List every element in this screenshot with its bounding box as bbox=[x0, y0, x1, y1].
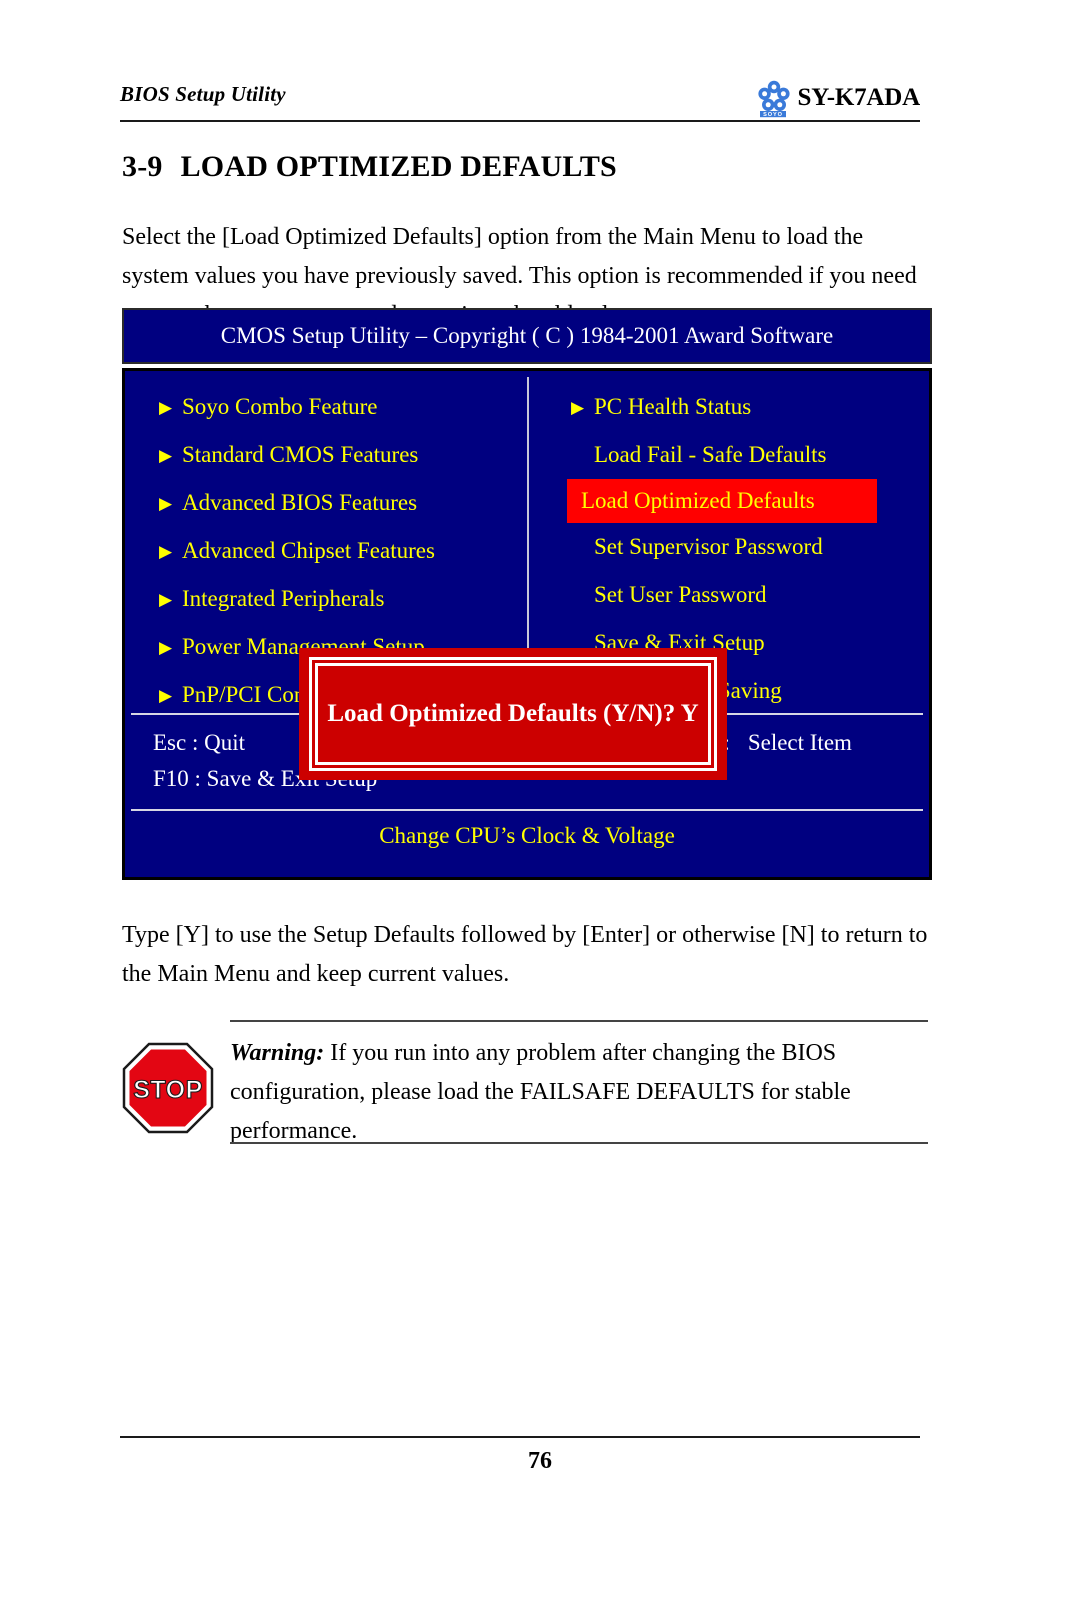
menu-item-label: PC Health Status bbox=[594, 394, 752, 419]
page-title: 3-9 LOAD OPTIMIZED DEFAULTS bbox=[122, 150, 617, 184]
bullet-placeholder: ▶ bbox=[571, 447, 588, 464]
menu-item-standard-cmos-features[interactable]: ▶ Standard CMOS Features bbox=[159, 431, 527, 479]
warning-text: Warning: If you run into any problem aft… bbox=[230, 1034, 928, 1151]
svg-text:STOP: STOP bbox=[133, 1076, 203, 1104]
menu-item-label: Advanced Chipset Features bbox=[182, 538, 435, 563]
dialog-prompt-text: Load Optimized Defaults (Y/N)? Y bbox=[327, 700, 699, 727]
triangle-bullet-icon: ▶ bbox=[159, 637, 173, 657]
triangle-bullet-icon: ▶ bbox=[159, 397, 173, 417]
board-model: SY-K7ADA bbox=[797, 84, 921, 111]
footer-divider bbox=[120, 1436, 920, 1438]
confirm-dialog[interactable]: Load Optimized Defaults (Y/N)? Y bbox=[299, 648, 727, 780]
triangle-bullet-icon: ▶ bbox=[159, 685, 173, 705]
triangle-bullet-icon: ▶ bbox=[159, 541, 173, 561]
menu-item-label: Soyo Combo Feature bbox=[182, 394, 378, 419]
warning-top-rule bbox=[230, 1020, 928, 1022]
triangle-bullet-icon: ▶ bbox=[159, 493, 173, 513]
warning-bottom-rule bbox=[230, 1142, 928, 1144]
menu-item-advanced-bios-features[interactable]: ▶ Advanced BIOS Features bbox=[159, 479, 527, 527]
menu-item-label: Integrated Peripherals bbox=[182, 586, 385, 611]
bullet-placeholder: ▶ bbox=[571, 539, 588, 556]
menu-item-label: Load Fail - Safe Defaults bbox=[594, 442, 827, 467]
section-number: 3-9 bbox=[122, 150, 163, 183]
stop-sign-icon: STOP bbox=[122, 1042, 214, 1134]
footer-hint-divider bbox=[131, 809, 923, 811]
key-select-item-label: Select Item bbox=[747, 730, 852, 755]
menu-item-pc-health-status[interactable]: ▶ PC Health Status bbox=[571, 383, 929, 431]
menu-item-set-user-password[interactable]: ▶ Set User Password bbox=[571, 571, 929, 619]
page-header: BIOS Setup Utility SOYO SY-K7ADA bbox=[120, 78, 920, 120]
menu-item-label: Set User Password bbox=[594, 582, 767, 607]
running-title: BIOS Setup Utility bbox=[120, 82, 286, 106]
dialog-frame-inner: Load Optimized Defaults (Y/N)? Y bbox=[315, 663, 711, 765]
bios-footer-hint: Change CPU’s Clock & Voltage bbox=[379, 823, 675, 848]
menu-item-set-supervisor-password[interactable]: ▶ Set Supervisor Password bbox=[571, 523, 929, 571]
menu-item-label: Advanced BIOS Features bbox=[182, 490, 418, 515]
svg-text:SOYO: SOYO bbox=[763, 112, 783, 118]
menu-item-soyo-combo-feature[interactable]: ▶ Soyo Combo Feature bbox=[159, 383, 527, 431]
header-divider bbox=[120, 120, 920, 122]
bullet-placeholder: ▶ bbox=[571, 587, 588, 604]
triangle-bullet-icon: ▶ bbox=[159, 445, 173, 465]
dialog-frame-outer: Load Optimized Defaults (Y/N)? Y bbox=[309, 657, 717, 771]
header-brand: SOYO SY-K7ADA bbox=[753, 78, 921, 118]
post-paragraph: Type [Y] to use the Setup Defaults follo… bbox=[122, 922, 928, 987]
soyo-logo-icon: SOYO bbox=[753, 78, 795, 118]
triangle-bullet-icon: ▶ bbox=[159, 589, 173, 609]
bios-screen-figure: CMOS Setup Utility – Copyright ( C ) 198… bbox=[122, 308, 932, 880]
menu-item-integrated-peripherals[interactable]: ▶ Integrated Peripherals bbox=[159, 575, 527, 623]
bios-body: ▶ Soyo Combo Feature ▶ Standard CMOS Fea… bbox=[122, 368, 932, 880]
page-number: 76 bbox=[528, 1448, 552, 1474]
menu-item-advanced-chipset-features[interactable]: ▶ Advanced Chipset Features bbox=[159, 527, 527, 575]
menu-item-label: Set Supervisor Password bbox=[594, 534, 823, 559]
triangle-bullet-icon: ▶ bbox=[571, 397, 585, 417]
warning-body: If you run into any problem after changi… bbox=[230, 1040, 851, 1144]
section-title: LOAD OPTIMIZED DEFAULTS bbox=[180, 150, 617, 183]
warning-label: Warning: bbox=[230, 1040, 325, 1066]
menu-item-load-optimized-defaults[interactable]: Load Optimized Defaults bbox=[567, 479, 877, 523]
menu-item-load-fail-safe-defaults[interactable]: ▶ Load Fail - Safe Defaults bbox=[571, 431, 929, 479]
menu-item-label: Load Optimized Defaults bbox=[581, 488, 815, 513]
menu-item-label: Standard CMOS Features bbox=[182, 442, 419, 467]
bios-titlebar: CMOS Setup Utility – Copyright ( C ) 198… bbox=[122, 308, 932, 364]
bios-title-text: CMOS Setup Utility – Copyright ( C ) 198… bbox=[220, 323, 834, 348]
